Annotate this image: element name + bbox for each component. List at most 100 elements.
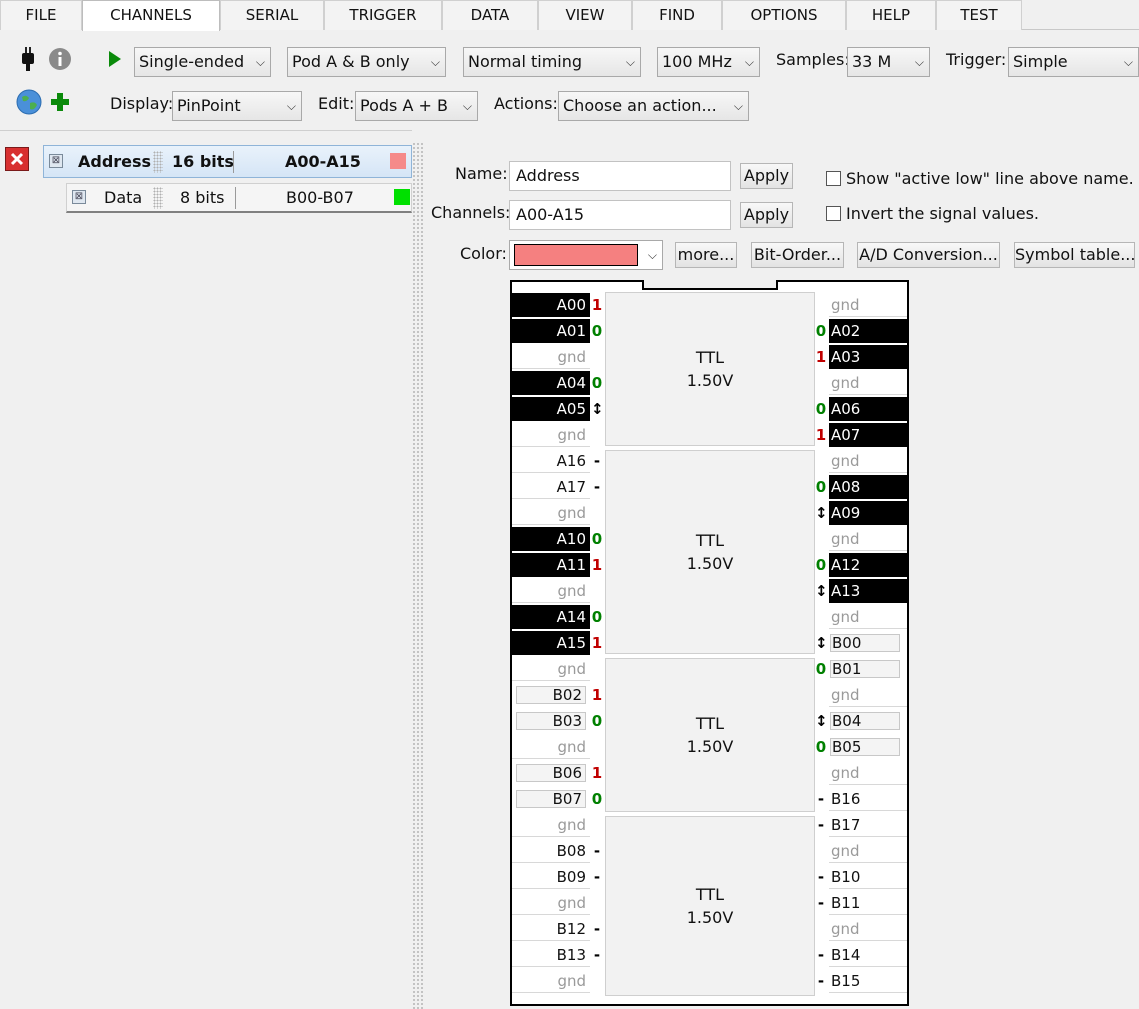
- tab-test[interactable]: TEST: [936, 0, 1022, 30]
- edit-select[interactable]: Pods A + B ⌵: [355, 91, 478, 121]
- samples-select[interactable]: 33 M ⌵: [847, 47, 930, 77]
- channel-pin[interactable]: A00: [512, 293, 590, 317]
- pod-block[interactable]: TTL 1.50V: [605, 816, 815, 996]
- channel-pin[interactable]: B06: [512, 761, 590, 785]
- add-icon[interactable]: [49, 91, 71, 113]
- channel-pin[interactable]: A10: [512, 527, 590, 551]
- collapse-icon[interactable]: ⊠: [49, 154, 63, 168]
- ground-pin: gnd: [512, 579, 590, 603]
- tab-view[interactable]: VIEW: [538, 0, 632, 30]
- channel-pin[interactable]: B16: [829, 787, 907, 811]
- group-color-swatch[interactable]: [390, 153, 406, 169]
- pods-select[interactable]: Pod A & B only ⌵: [287, 47, 446, 77]
- pod-block[interactable]: TTL 1.50V: [605, 292, 815, 446]
- pin-state: -: [593, 842, 601, 860]
- globe-icon[interactable]: [15, 88, 43, 116]
- tab-serial[interactable]: SERIAL: [220, 0, 324, 30]
- channel-pin[interactable]: B15: [829, 969, 907, 993]
- channel-pin[interactable]: A17: [512, 475, 590, 499]
- timing-select[interactable]: Normal timing ⌵: [463, 47, 641, 77]
- channel-pin[interactable]: A14: [512, 605, 590, 629]
- channel-pin[interactable]: B07: [512, 787, 590, 811]
- tab-file[interactable]: FILE: [0, 0, 82, 30]
- channels-field[interactable]: A00-A15: [509, 200, 731, 230]
- trigger-select[interactable]: Simple ⌵: [1008, 47, 1139, 77]
- actions-select[interactable]: Choose an action... ⌵: [558, 91, 749, 121]
- delete-group-icon[interactable]: [5, 147, 29, 171]
- info-icon[interactable]: [47, 46, 73, 72]
- channels-label: Channels:: [431, 203, 511, 222]
- collapse-icon[interactable]: ⊠: [72, 190, 86, 204]
- channel-pin[interactable]: A08: [829, 475, 907, 499]
- pin-label: B02: [516, 686, 586, 704]
- channel-pin[interactable]: A12: [829, 553, 907, 577]
- channel-pin[interactable]: B03: [512, 709, 590, 733]
- channel-pin[interactable]: B17: [829, 813, 907, 837]
- panel-splitter[interactable]: [412, 142, 424, 1009]
- channel-pin[interactable]: B13: [512, 943, 590, 967]
- channel-pin[interactable]: B11: [829, 891, 907, 915]
- channel-pin[interactable]: A09: [829, 501, 907, 525]
- channel-pin[interactable]: A04: [512, 371, 590, 395]
- pod-block[interactable]: TTL 1.50V: [605, 450, 815, 654]
- channel-pin[interactable]: A01: [512, 319, 590, 343]
- pin-label: B03: [516, 712, 586, 730]
- channel-pin[interactable]: B00: [829, 631, 907, 655]
- channel-pin[interactable]: B08: [512, 839, 590, 863]
- ground-pin: gnd: [512, 345, 590, 369]
- active-low-label: Show "active low" line above name.: [846, 169, 1134, 188]
- pod-block[interactable]: TTL 1.50V: [605, 658, 815, 812]
- ad-conversion-button[interactable]: A/D Conversion...: [857, 242, 1000, 268]
- channel-pin[interactable]: B04: [829, 709, 907, 733]
- usb-plug-icon[interactable]: [18, 44, 38, 74]
- drag-handle[interactable]: [153, 151, 163, 173]
- board-notch: [642, 280, 778, 290]
- channel-pin[interactable]: A07: [829, 423, 907, 447]
- pin-state: 1: [591, 296, 603, 314]
- drag-handle[interactable]: [153, 187, 163, 209]
- channel-pin[interactable]: B09: [512, 865, 590, 889]
- channel-pin[interactable]: B01: [829, 657, 907, 681]
- symbol-table-button[interactable]: Symbol table...: [1014, 242, 1135, 268]
- channel-pin[interactable]: A16: [512, 449, 590, 473]
- channel-pin[interactable]: A03: [829, 345, 907, 369]
- invert-checkbox[interactable]: [826, 206, 841, 221]
- tab-help[interactable]: HELP: [846, 0, 936, 30]
- rate-select[interactable]: 100 MHz ⌵: [657, 47, 760, 77]
- group-row-address[interactable]: ⊠ Address 16 bits A00-A15: [43, 145, 412, 178]
- group-color-swatch[interactable]: [394, 189, 410, 205]
- chevron-down-icon: ⌵: [914, 55, 924, 69]
- channel-pin[interactable]: B02: [512, 683, 590, 707]
- channel-pin[interactable]: A15: [512, 631, 590, 655]
- channel-pin[interactable]: B05: [829, 735, 907, 759]
- channel-pin[interactable]: A11: [512, 553, 590, 577]
- tab-channels[interactable]: CHANNELS: [82, 0, 220, 31]
- channel-pin[interactable]: A13: [829, 579, 907, 603]
- run-icon[interactable]: [106, 48, 124, 70]
- bit-order-button[interactable]: Bit-Order...: [751, 242, 844, 268]
- pod-voltage: 1.50V: [686, 554, 734, 573]
- tab-find[interactable]: FIND: [632, 0, 722, 30]
- channel-pin[interactable]: A02: [829, 319, 907, 343]
- samples-label: Samples:: [776, 50, 850, 69]
- pin-state: 1: [815, 426, 827, 444]
- active-low-checkbox[interactable]: [826, 171, 841, 186]
- tab-options[interactable]: OPTIONS: [722, 0, 846, 30]
- channel-pin[interactable]: B14: [829, 943, 907, 967]
- channel-pin[interactable]: B10: [829, 865, 907, 889]
- tab-trigger[interactable]: TRIGGER: [324, 0, 442, 30]
- apply-channels-button[interactable]: Apply: [740, 202, 793, 228]
- channel-pin[interactable]: B12: [512, 917, 590, 941]
- ground-pin: gnd: [829, 683, 907, 707]
- display-select[interactable]: PinPoint ⌵: [172, 91, 302, 121]
- mode-select[interactable]: Single-ended ⌵: [134, 47, 271, 77]
- group-row-data[interactable]: ⊠ Data 8 bits B00-B07: [66, 183, 412, 213]
- name-field[interactable]: Address: [509, 161, 731, 191]
- pin-label: B04: [830, 712, 900, 730]
- apply-name-button[interactable]: Apply: [740, 163, 793, 189]
- channel-pin[interactable]: A05: [512, 397, 590, 421]
- tab-data[interactable]: DATA: [442, 0, 538, 30]
- channel-pin[interactable]: A06: [829, 397, 907, 421]
- more-button[interactable]: more...: [675, 242, 737, 268]
- color-select[interactable]: ⌵: [509, 240, 663, 270]
